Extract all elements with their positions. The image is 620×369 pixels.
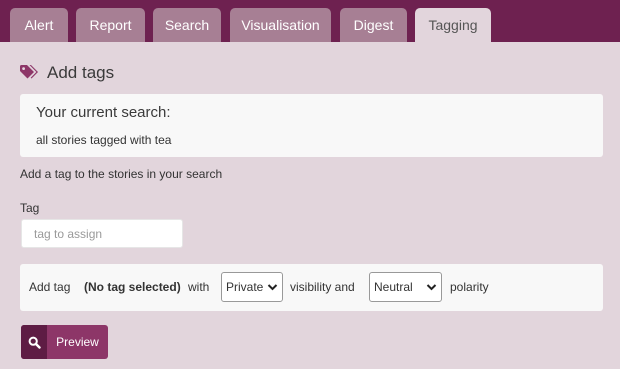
chevron-down-icon <box>426 281 437 296</box>
preview-button[interactable]: Preview <box>21 325 108 359</box>
tab-report[interactable]: Report <box>76 8 145 42</box>
tags-icon <box>20 65 40 81</box>
add-tag-prefix: Add tag <box>29 280 71 294</box>
visibility-suffix-text: visibility and <box>290 280 355 294</box>
polarity-select[interactable]: Neutral <box>369 272 442 302</box>
visibility-select[interactable]: Private <box>221 272 283 302</box>
instruction-text: Add a tag to the stories in your search <box>20 167 223 181</box>
tab-visualisation[interactable]: Visualisation <box>230 8 331 42</box>
tag-label: Tag <box>20 201 40 215</box>
page-heading: Add tags <box>20 62 114 84</box>
polarity-suffix-text: polarity <box>450 280 489 294</box>
page-title: Add tags <box>47 63 115 82</box>
current-search-panel: Your current search: all stories tagged … <box>20 94 603 157</box>
selected-tag-value: (No tag selected) <box>84 280 181 294</box>
tab-bar: Alert Report Search Visualisation Digest… <box>0 0 620 42</box>
search-icon <box>21 325 47 359</box>
tag-options-panel: Add tag (No tag selected) with Private v… <box>20 264 603 311</box>
with-text: with <box>188 280 210 294</box>
current-search-title: Your current search: <box>36 104 171 121</box>
tab-tagging[interactable]: Tagging <box>415 8 491 42</box>
chevron-down-icon <box>267 281 278 296</box>
tab-digest[interactable]: Digest <box>340 8 407 42</box>
polarity-select-value: Neutral <box>374 280 413 294</box>
tag-input[interactable] <box>21 219 183 248</box>
current-search-query: all stories tagged with tea <box>36 133 172 147</box>
tab-search[interactable]: Search <box>153 8 221 42</box>
preview-button-label: Preview <box>56 335 99 349</box>
visibility-select-value: Private <box>226 280 264 294</box>
tab-alert[interactable]: Alert <box>10 8 68 42</box>
